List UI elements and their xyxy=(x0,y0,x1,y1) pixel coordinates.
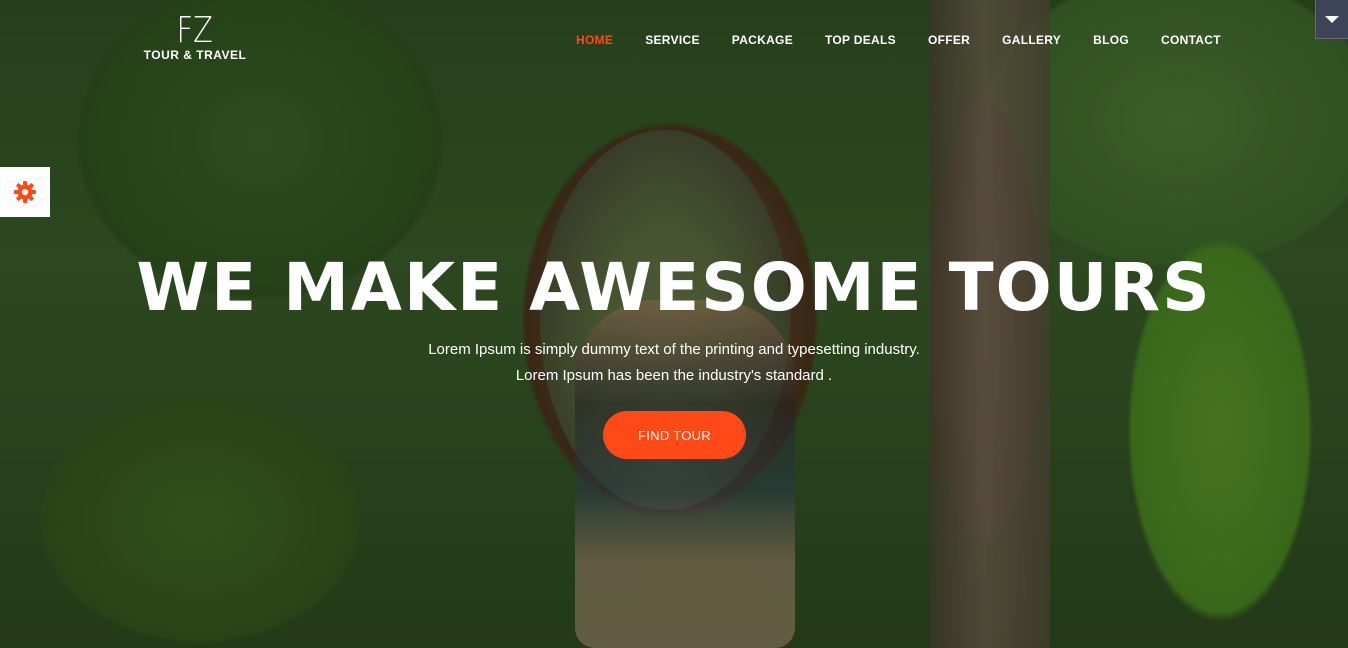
corner-toggle-button[interactable] xyxy=(1315,0,1348,39)
nav-item-gallery[interactable]: GALLERY xyxy=(986,32,1077,48)
nav-item-package[interactable]: PACKAGE xyxy=(716,32,809,48)
caret-down-icon xyxy=(1325,15,1339,23)
logo-mark: FZ xyxy=(176,10,214,51)
nav-item-blog[interactable]: BLOG xyxy=(1077,32,1145,48)
nav-item-service[interactable]: SERVICE xyxy=(629,32,716,48)
nav-item-offer[interactable]: OFFER xyxy=(912,32,986,48)
nav-item-contact[interactable]: CONTACT xyxy=(1145,32,1237,48)
hero-section: FZ TOUR & TRAVEL HOME SERVICE PACKAGE TO… xyxy=(0,0,1348,648)
nav-item-top-deals[interactable]: TOP DEALS xyxy=(809,32,912,48)
main-nav: HOME SERVICE PACKAGE TOP DEALS OFFER GAL… xyxy=(560,32,1237,48)
hero-subtitle: Lorem Ipsum is simply dummy text of the … xyxy=(0,337,1348,389)
settings-tab-button[interactable] xyxy=(0,167,50,217)
find-tour-button[interactable]: FIND TOUR xyxy=(603,411,746,459)
site-logo[interactable]: FZ TOUR & TRAVEL xyxy=(140,10,250,63)
gear-icon xyxy=(14,181,36,203)
hero-subtitle-line-2: Lorem Ipsum has been the industry's stan… xyxy=(515,367,833,384)
hero-title: WE MAKE AWESOME TOURS xyxy=(136,249,1212,326)
hero-subtitle-line-1: Lorem Ipsum is simply dummy text of the … xyxy=(428,341,920,358)
nav-item-home[interactable]: HOME xyxy=(560,32,629,48)
